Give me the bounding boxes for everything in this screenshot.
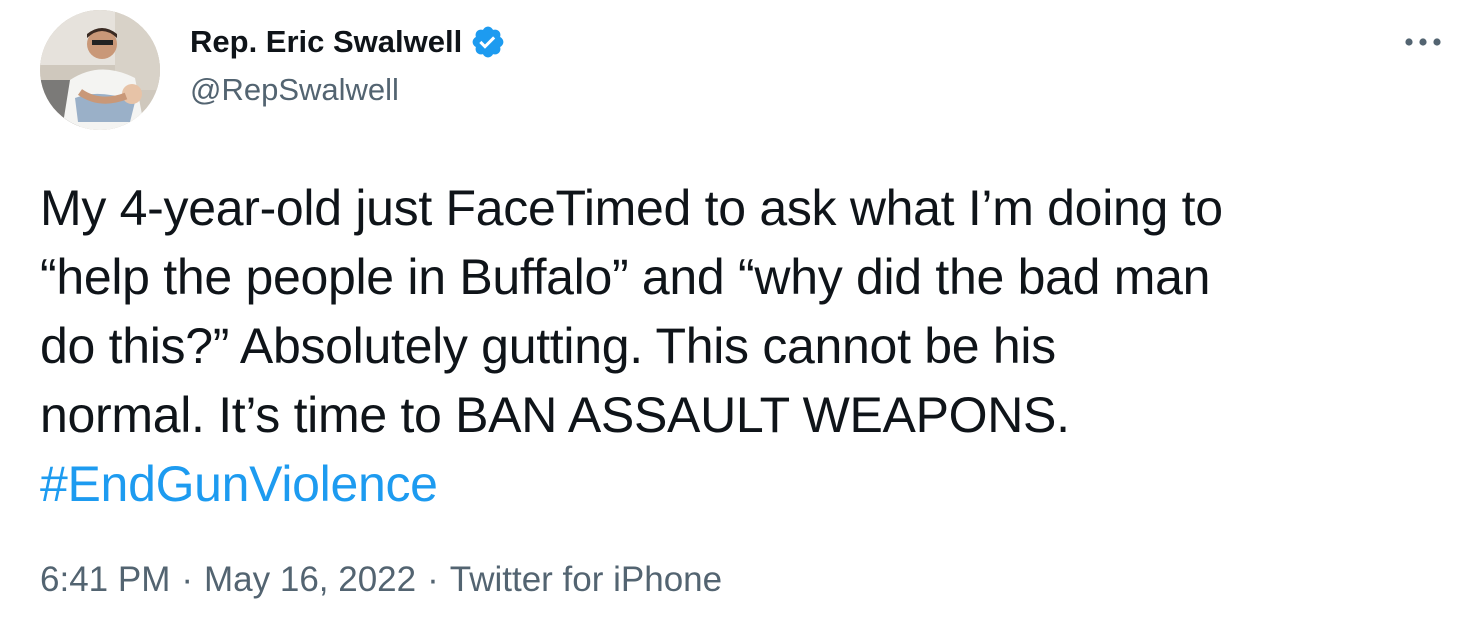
tweet-text-line: do this?” Absolutely gutting. This canno… xyxy=(40,318,1056,374)
more-options-icon xyxy=(1405,38,1441,46)
tweet-card: Rep. Eric Swalwell @RepSwalwell My 4-yea… xyxy=(0,0,1484,618)
tweet-date[interactable]: May 16, 2022 xyxy=(204,560,416,600)
meta-separator: · xyxy=(181,560,194,599)
author-display-name[interactable]: Rep. Eric Swalwell xyxy=(190,24,462,60)
verified-badge-icon xyxy=(470,24,506,60)
tweet-time[interactable]: 6:41 PM xyxy=(40,560,170,600)
meta-separator: · xyxy=(427,560,439,599)
tweet-meta: 6:41 PM · May 16, 2022 · Twitter for iPh… xyxy=(40,560,722,600)
more-options-button[interactable] xyxy=(1398,22,1448,62)
tweet-source[interactable]: Twitter for iPhone xyxy=(450,560,722,600)
tweet-text-line: “help the people in Buffalo” and “why di… xyxy=(40,249,1211,305)
tweet-text-line: normal. It’s time to BAN ASSAULT WEAPONS… xyxy=(40,387,1070,443)
hashtag-link[interactable]: #EndGunViolence xyxy=(40,456,438,512)
avatar[interactable] xyxy=(40,10,160,130)
author-handle[interactable]: @RepSwalwell xyxy=(190,72,399,108)
tweet-text-line: My 4-year-old just FaceTimed to ask what… xyxy=(40,180,1223,236)
tweet-text: My 4-year-old just FaceTimed to ask what… xyxy=(40,174,1460,519)
author-name-row: Rep. Eric Swalwell xyxy=(190,22,506,62)
avatar-photo xyxy=(40,10,160,130)
